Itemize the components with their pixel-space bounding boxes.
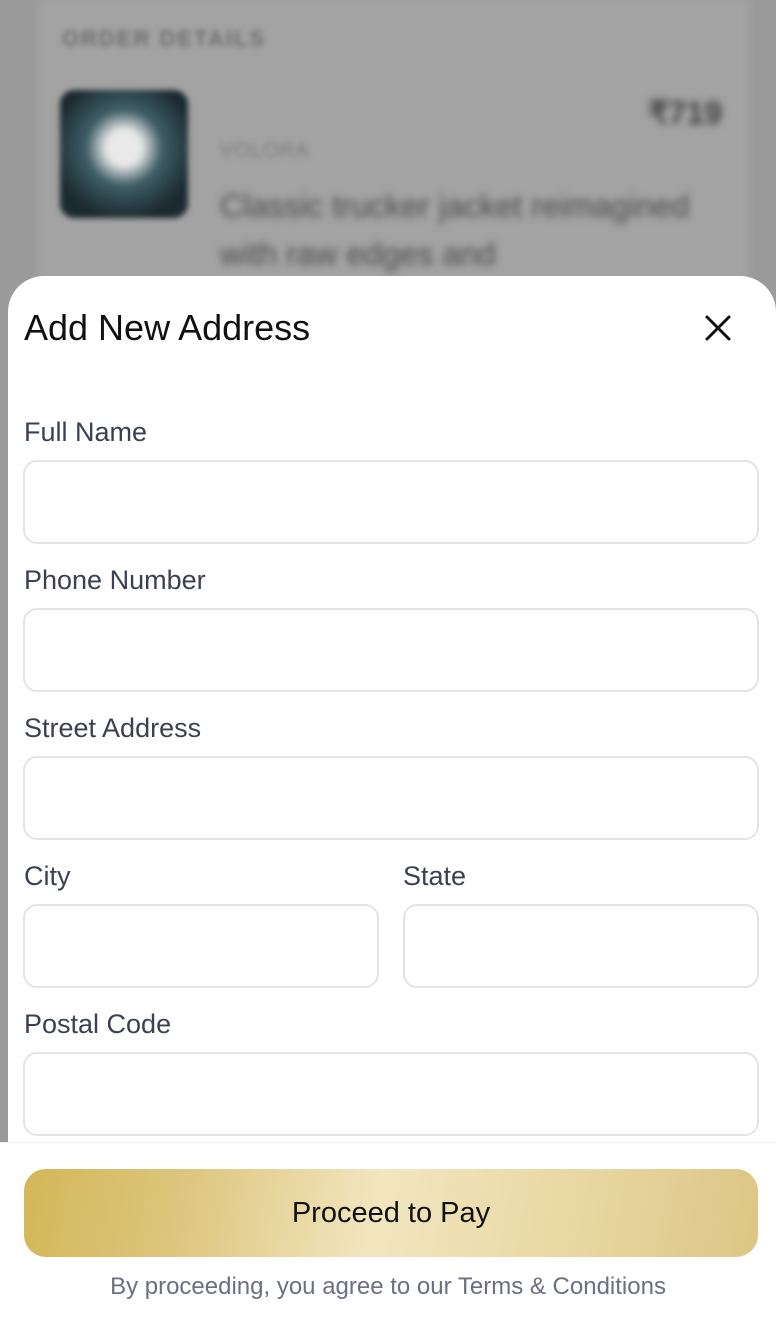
- order-details-heading: ORDER DETAILS: [62, 26, 267, 51]
- close-icon: [705, 315, 731, 341]
- postal-code-input[interactable]: [23, 1052, 759, 1136]
- terms-link[interactable]: Terms & Conditions: [458, 1273, 666, 1300]
- city-input[interactable]: [23, 904, 379, 988]
- proceed-to-pay-button[interactable]: Proceed to Pay: [24, 1169, 758, 1257]
- city-label: City: [24, 861, 71, 891]
- phone-number-label: Phone Number: [24, 565, 206, 595]
- close-button[interactable]: [698, 308, 738, 348]
- terms-notice: By proceeding, you agree to our Terms & …: [0, 1273, 776, 1301]
- state-input[interactable]: [403, 904, 759, 988]
- product-image: [60, 90, 188, 218]
- full-name-input[interactable]: [23, 460, 759, 544]
- product-brand: VOLORA: [220, 140, 310, 162]
- checkout-footer: Proceed to Pay By proceeding, you agree …: [0, 1142, 776, 1328]
- postal-code-label: Postal Code: [24, 1009, 172, 1039]
- sheet-title: Add New Address: [24, 307, 311, 348]
- product-price: ₹719: [648, 95, 722, 131]
- state-label: State: [403, 861, 467, 891]
- full-name-label: Full Name: [24, 417, 148, 447]
- street-address-input[interactable]: [23, 756, 759, 840]
- terms-prefix: By proceeding, you agree to our: [110, 1273, 458, 1300]
- phone-number-input[interactable]: [23, 608, 759, 692]
- street-address-label: Street Address: [24, 713, 202, 743]
- product-description: Classic trucker jacket reimagined with r…: [220, 188, 690, 272]
